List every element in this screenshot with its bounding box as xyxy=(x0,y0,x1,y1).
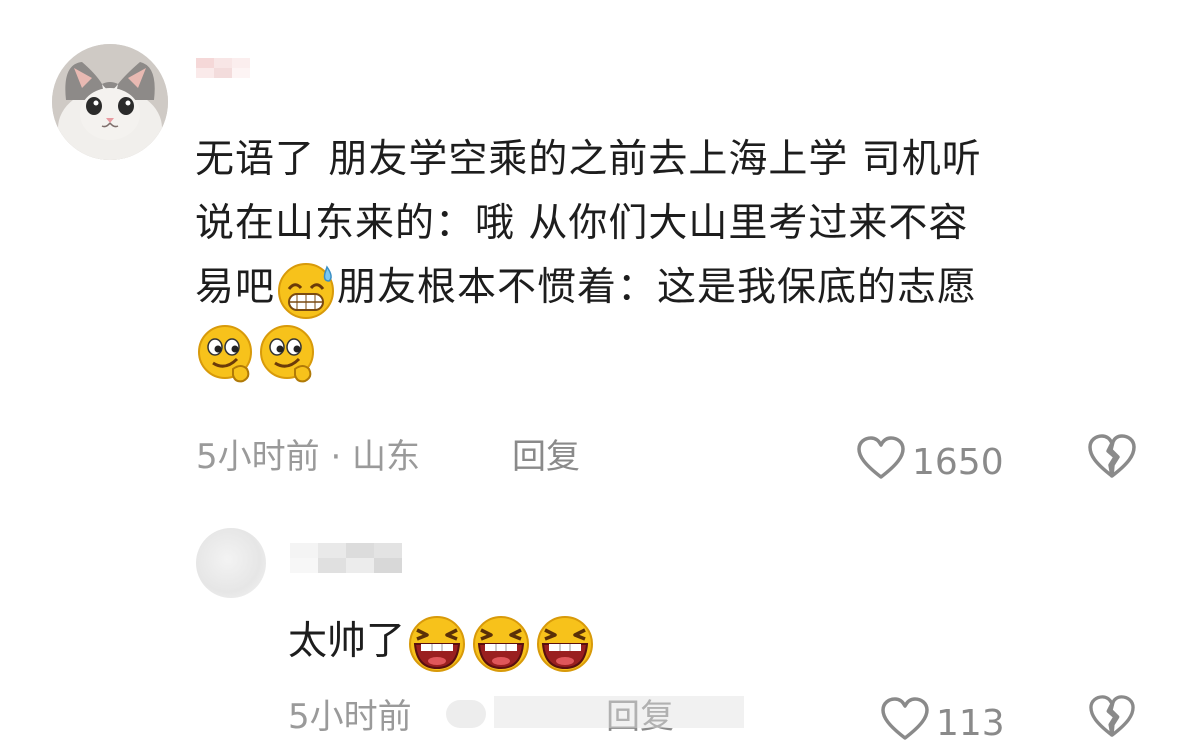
comment-line-4 xyxy=(195,320,1155,385)
reply-username-redacted[interactable] xyxy=(290,543,402,573)
reply-time: 5小时前 xyxy=(288,697,412,737)
laughing-emoji xyxy=(405,614,469,674)
heart-outline-icon xyxy=(856,436,906,489)
comment-line-2: 说在山东来的：哦 从你们大山里考过来不容 xyxy=(195,201,969,246)
cat-avatar-image xyxy=(52,44,168,160)
like-count: 1650 xyxy=(912,441,1004,483)
reply-dislike-button[interactable] xyxy=(1086,694,1138,742)
avatar[interactable] xyxy=(52,44,168,160)
comment-line-3b: 朋友根本不惯着：这是我保底的志愿 xyxy=(337,265,978,310)
laughing-emoji xyxy=(533,614,597,674)
smirk-emoji xyxy=(257,323,319,385)
broken-heart-icon xyxy=(1086,695,1138,742)
smirk-emoji xyxy=(195,323,257,385)
reply-like-button[interactable]: 113 xyxy=(880,697,1005,750)
reply-text-content: 太帅了 xyxy=(288,619,406,664)
comment-line-3a: 易吧 xyxy=(195,265,276,310)
username-redacted[interactable] xyxy=(196,58,250,78)
reply-avatar[interactable] xyxy=(196,528,266,598)
comment-line-1: 无语了 朋友学空乘的之前去上海上学 司机听 xyxy=(195,137,982,182)
sweat-grin-emoji xyxy=(275,261,337,319)
comment-line-3: 易吧 朋友根本不惯着：这是我保底的志愿 xyxy=(195,256,1155,320)
watermark-overlay xyxy=(446,690,746,734)
laughing-emoji xyxy=(469,614,533,674)
comment-text: 无语了 朋友学空乘的之前去上海上学 司机听 说在山东来的：哦 从你们大山里考过来… xyxy=(195,128,1155,385)
broken-heart-icon xyxy=(1086,434,1138,483)
comment-time-location: 5小时前 · 山东 xyxy=(196,437,421,477)
reply-button[interactable]: 回复 xyxy=(512,437,580,477)
reply-text: 太帅了 xyxy=(288,610,597,674)
dislike-button[interactable] xyxy=(1086,433,1138,483)
like-button[interactable]: 1650 xyxy=(856,436,1004,489)
heart-outline-icon xyxy=(880,697,930,750)
